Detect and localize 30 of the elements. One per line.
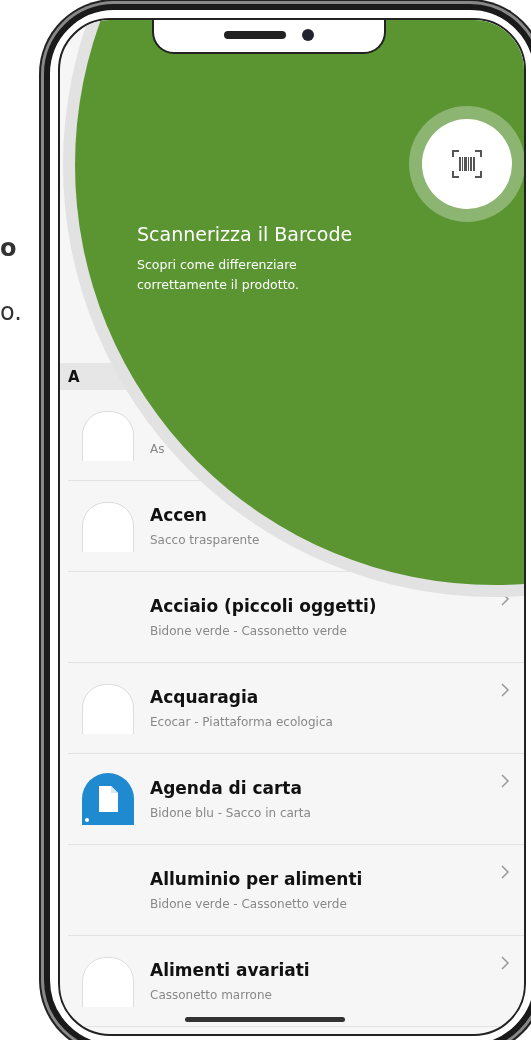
chevron-icon [501,683,510,697]
category-icon [82,684,134,734]
chevron-icon [501,956,510,970]
item-title: Acquaragia [150,687,260,707]
item-subtitle: Sacco trasparente [150,533,261,547]
item-subtitle: Bidone verde - Cassonetto verde [150,624,348,638]
category-icon [82,502,134,552]
list-item[interactable]: Agenda di carta Bidone blu - Sacco in carta [68,754,524,845]
section-letter: A [68,367,80,386]
item-title: Agenda di carta [150,778,303,798]
barcode-icon [452,150,482,178]
list-item[interactable]: Acquaragia Ecocar - Piattaforma ecologica [68,663,524,754]
category-icon [82,957,134,1007]
item-subtitle: Cassonetto marrone [150,988,273,1002]
item-title: Alimenti avariati [150,960,311,980]
coach-mark-text: Scopri come differenziare correttamente il prodotto. [137,256,300,294]
chevron-icon [501,774,510,788]
item-title: Acciaio (piccoli oggetti) [150,596,378,616]
item-title: Accen [150,505,208,525]
item-subtitle: Ecocar - Piattaforma ecologica [150,715,334,729]
background-text: o. [0,298,22,326]
list-item[interactable]: Alluminio per alimenti Bidone verde - Cassonetto verde [68,845,524,936]
coach-mark-title: Scannerizza il Barcode [137,223,354,245]
item-subtitle: Bidone verde - Cassonetto verde [150,897,348,911]
category-icon [82,411,134,461]
item-title: Alluminio per alimenti [150,869,364,889]
chevron-icon [501,865,510,879]
item-subtitle: As [150,442,166,456]
item-subtitle: Bidone blu - Sacco in carta [150,806,312,820]
background-text: o [0,234,17,262]
